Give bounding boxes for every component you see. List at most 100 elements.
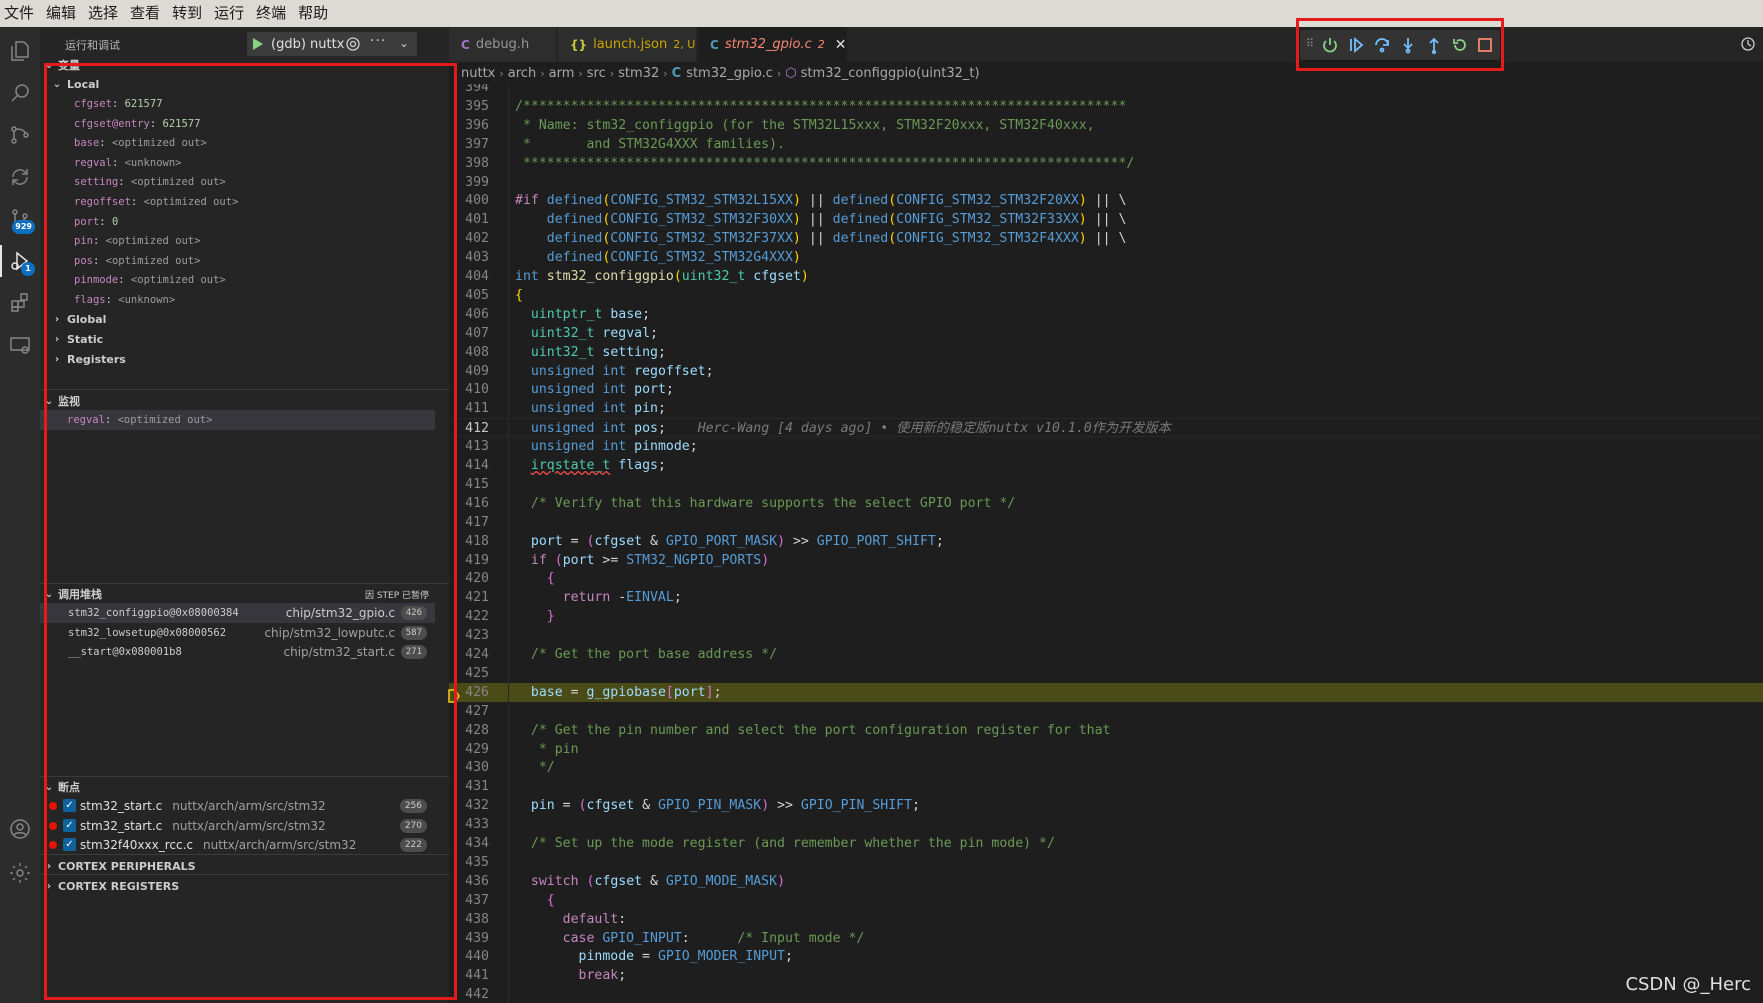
code-line[interactable]: 420 { — [449, 569, 1763, 588]
code-line[interactable]: 429 * pin — [449, 740, 1763, 759]
code-line[interactable]: 437 { — [449, 891, 1763, 910]
callstack-frame[interactable]: __start@0x080001b8 chip/stm32_start.c 271 — [40, 642, 435, 662]
breadcrumb-file[interactable]: Cstm32_gpio.c — [672, 66, 773, 81]
power-disconnect-icon[interactable] — [1321, 36, 1339, 54]
sync-icon[interactable] — [0, 157, 40, 197]
line-number[interactable]: 400 — [449, 191, 489, 210]
menu-file[interactable]: 文件 — [0, 0, 40, 27]
line-number[interactable]: 424 — [449, 645, 489, 664]
code-editor[interactable]: 394 395 /*********************************… — [449, 84, 1763, 1003]
more-actions-icon[interactable]: ··· — [370, 33, 386, 49]
explorer-icon[interactable] — [0, 31, 40, 71]
line-number[interactable]: 395 — [449, 97, 489, 116]
stop-icon[interactable] — [1476, 36, 1494, 54]
callstack-frame[interactable]: stm32_configgpio@0x08000384 chip/stm32_gp… — [40, 603, 435, 623]
code-line[interactable]: 432 pin = (cfgset & GPIO_PIN_MASK) >> GP… — [449, 796, 1763, 815]
line-number[interactable]: 423 — [449, 626, 489, 645]
code-line[interactable]: 438 default: — [449, 910, 1763, 929]
scope-local[interactable]: ⌄ Local — [50, 74, 445, 94]
tab-launch-json[interactable]: {} launch.json 2, U — [558, 27, 697, 62]
variable-row[interactable]: pinmode: <optimized out> — [40, 270, 435, 290]
code-line[interactable]: 408 uint32_t setting; — [449, 343, 1763, 362]
line-number[interactable]: 399 — [449, 173, 489, 192]
scope-registers[interactable]: › Registers — [50, 349, 445, 369]
callstack-section-header[interactable]: ⌄ 调用堆栈 因 STEP 已暂停 — [40, 583, 449, 605]
code-line[interactable]: 423 — [449, 626, 1763, 645]
line-number[interactable]: 430 — [449, 758, 489, 777]
line-number[interactable]: 440 — [449, 947, 489, 966]
breadcrumb-item[interactable]: arch — [508, 66, 536, 81]
line-number[interactable]: 421 — [449, 588, 489, 607]
run-debug-icon[interactable]: 1 — [0, 241, 40, 281]
line-number[interactable]: 439 — [449, 929, 489, 948]
line-number[interactable]: 409 — [449, 362, 489, 381]
menu-run[interactable]: 运行 — [208, 0, 250, 27]
source-control-icon[interactable]: 929 — [0, 199, 40, 239]
line-number[interactable]: 420 — [449, 569, 489, 588]
line-number[interactable]: 441 — [449, 966, 489, 985]
line-number[interactable]: 442 — [449, 985, 489, 1003]
code-line[interactable]: 402 defined(CONFIG_STM32_STM32F37XX) || … — [449, 229, 1763, 248]
watch-item[interactable]: regval: <optimized out> — [40, 410, 435, 430]
code-line[interactable]: 441 break; — [449, 966, 1763, 985]
line-number[interactable]: 401 — [449, 210, 489, 229]
code-line[interactable]: 439 case GPIO_INPUT: /* Input mode */ — [449, 929, 1763, 948]
code-line[interactable]: 431 — [449, 777, 1763, 796]
code-line[interactable]: 413 unsigned int pinmode; — [449, 437, 1763, 456]
breadcrumb-item[interactable]: nuttx — [461, 66, 495, 81]
code-line[interactable]: 414 irqstate_t flags; — [449, 456, 1763, 475]
line-number[interactable]: 398 — [449, 154, 489, 173]
code-line[interactable]: 404 int stm32_configgpio(uint32_t cfgset) — [449, 267, 1763, 286]
variable-row[interactable]: base: <optimized out> — [40, 133, 435, 153]
code-line[interactable]: 435 — [449, 853, 1763, 872]
line-number[interactable]: 412 — [449, 419, 489, 438]
breadcrumb-item[interactable]: arm — [549, 66, 575, 81]
line-number[interactable]: 418 — [449, 532, 489, 551]
variable-row[interactable]: port: 0 — [40, 212, 435, 232]
code-line[interactable]: 406 uintptr_t base; — [449, 305, 1763, 324]
menu-view[interactable]: 查看 — [124, 0, 166, 27]
line-number[interactable]: 408 — [449, 343, 489, 362]
drag-handle-icon[interactable]: ⠿ — [1306, 37, 1314, 50]
variable-row[interactable]: setting: <optimized out> — [40, 172, 435, 192]
code-line[interactable]: 403 defined(CONFIG_STM32_STM32G4XXX) — [449, 248, 1763, 267]
code-line[interactable]: 415 — [449, 475, 1763, 494]
search-icon[interactable] — [0, 73, 40, 113]
code-line[interactable]: 409 unsigned int regoffset; — [449, 362, 1763, 381]
source-control-graph-icon[interactable] — [0, 115, 40, 155]
continue-icon[interactable] — [1347, 36, 1365, 54]
line-number[interactable]: 417 — [449, 513, 489, 532]
line-number[interactable]: 411 — [449, 399, 489, 418]
variable-row[interactable]: pin: <optimized out> — [40, 231, 435, 251]
line-number[interactable]: 438 — [449, 910, 489, 929]
line-number[interactable]: 422 — [449, 607, 489, 626]
code-line[interactable]: 394 — [449, 84, 1763, 97]
breadcrumb-item[interactable]: src — [587, 66, 606, 81]
line-number[interactable]: 396 — [449, 116, 489, 135]
breakpoint-enabled-checkbox[interactable]: ✓ — [63, 818, 76, 832]
tab-debug-h[interactable]: C debug.h — [449, 27, 557, 62]
breakpoint-enabled-checkbox[interactable]: ✓ — [63, 799, 76, 812]
scope-global[interactable]: › Global — [50, 309, 445, 329]
line-number[interactable]: 410 — [449, 380, 489, 399]
variable-row[interactable]: regval: <unknown> — [40, 153, 435, 173]
breakpoint-row[interactable]: ✓ stm32_start.c nuttx/arch/arm/src/stm32 27… — [40, 816, 435, 836]
line-number[interactable]: 415 — [449, 475, 489, 494]
line-number[interactable]: 436 — [449, 872, 489, 891]
line-number[interactable]: 419 — [449, 551, 489, 570]
breakpoint-row[interactable]: ✓ stm32f40xxx_rcc.c nuttx/arch/arm/src/stm… — [40, 835, 435, 855]
code-line[interactable]: 405 { — [449, 286, 1763, 305]
code-line[interactable]: 424 /* Get the port base address */ — [449, 645, 1763, 664]
code-line[interactable]: 430 */ — [449, 758, 1763, 777]
watch-section-header[interactable]: ⌄ 监视 — [40, 390, 449, 412]
code-line[interactable]: 401 defined(CONFIG_STM32_STM32F30XX) || … — [449, 210, 1763, 229]
code-line[interactable]: 398 ************************************… — [449, 154, 1763, 173]
variable-row[interactable]: cfgset@entry: 621577 — [40, 114, 435, 134]
breakpoint-row[interactable]: ✓ stm32_start.c nuttx/arch/arm/src/stm32 25… — [40, 796, 435, 816]
code-line[interactable]: 433 — [449, 815, 1763, 834]
menu-terminal[interactable]: 终端 — [250, 0, 292, 27]
menu-go[interactable]: 转到 — [166, 0, 208, 27]
variables-section-header[interactable]: ⌄ 变量 — [40, 54, 449, 76]
variable-row[interactable]: cfgset: 621577 — [40, 94, 435, 114]
line-number[interactable]: 431 — [449, 777, 489, 796]
